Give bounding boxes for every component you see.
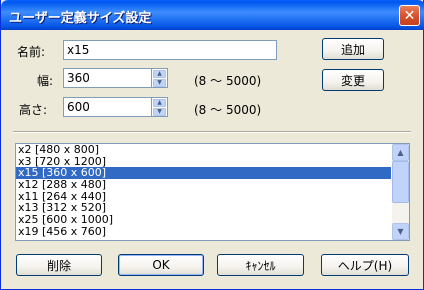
scroll-thumb[interactable] <box>392 161 409 203</box>
height-range-hint: (8 ～ 5000) <box>194 103 262 117</box>
width-input[interactable]: 360 <box>63 68 152 88</box>
spin-up-icon[interactable]: ▲ <box>153 70 166 78</box>
scroll-down-icon[interactable]: ▼ <box>392 223 409 240</box>
height-label: 高さ: <box>19 103 48 117</box>
width-spinner[interactable]: ▲ ▼ <box>152 68 168 88</box>
separator <box>13 131 411 133</box>
height-spinner[interactable]: ▲ ▼ <box>152 97 168 117</box>
list-item[interactable]: x12 [288 x 480] <box>16 179 391 191</box>
name-input[interactable]: x15 <box>63 40 277 60</box>
spin-up-icon[interactable]: ▲ <box>153 99 166 107</box>
list-scrollbar[interactable]: ▲ ▼ <box>392 144 409 240</box>
spin-down-icon[interactable]: ▼ <box>153 79 166 87</box>
add-button[interactable]: 追加 <box>322 38 384 60</box>
size-listbox[interactable]: x2 [480 x 800] x3 [720 x 1200] x15 [360 x … <box>15 143 410 241</box>
height-input[interactable]: 600 <box>63 97 152 117</box>
change-button[interactable]: 変更 <box>322 69 384 91</box>
dialog-window: ユーザー定義サイズ設定 ✕ 名前: x15 幅: 360 ▲ ▼ (8 ～ 50… <box>0 0 424 290</box>
close-button[interactable]: ✕ <box>399 5 420 26</box>
list-item[interactable]: x19 [456 x 760] <box>16 225 391 238</box>
ok-button[interactable]: OK <box>118 254 204 276</box>
delete-button[interactable]: 削除 <box>16 254 102 276</box>
title-bar[interactable]: ユーザー定義サイズ設定 ✕ <box>1 0 424 30</box>
spin-down-icon[interactable]: ▼ <box>153 108 166 116</box>
window-title: ユーザー定義サイズ設定 <box>9 11 152 26</box>
list-items: x2 [480 x 800] x3 [720 x 1200] x15 [360 x … <box>16 144 409 238</box>
scroll-up-icon[interactable]: ▲ <box>392 144 409 161</box>
list-item[interactable]: x2 [480 x 800] <box>16 144 391 156</box>
width-label: 幅: <box>37 74 54 88</box>
name-label: 名前: <box>17 45 46 59</box>
close-icon: ✕ <box>403 7 416 24</box>
help-button[interactable]: ヘルプ(H) <box>321 254 409 276</box>
width-range-hint: (8 ～ 5000) <box>194 74 262 88</box>
cancel-button[interactable]: ｷｬﾝｾﾙ <box>217 254 304 276</box>
